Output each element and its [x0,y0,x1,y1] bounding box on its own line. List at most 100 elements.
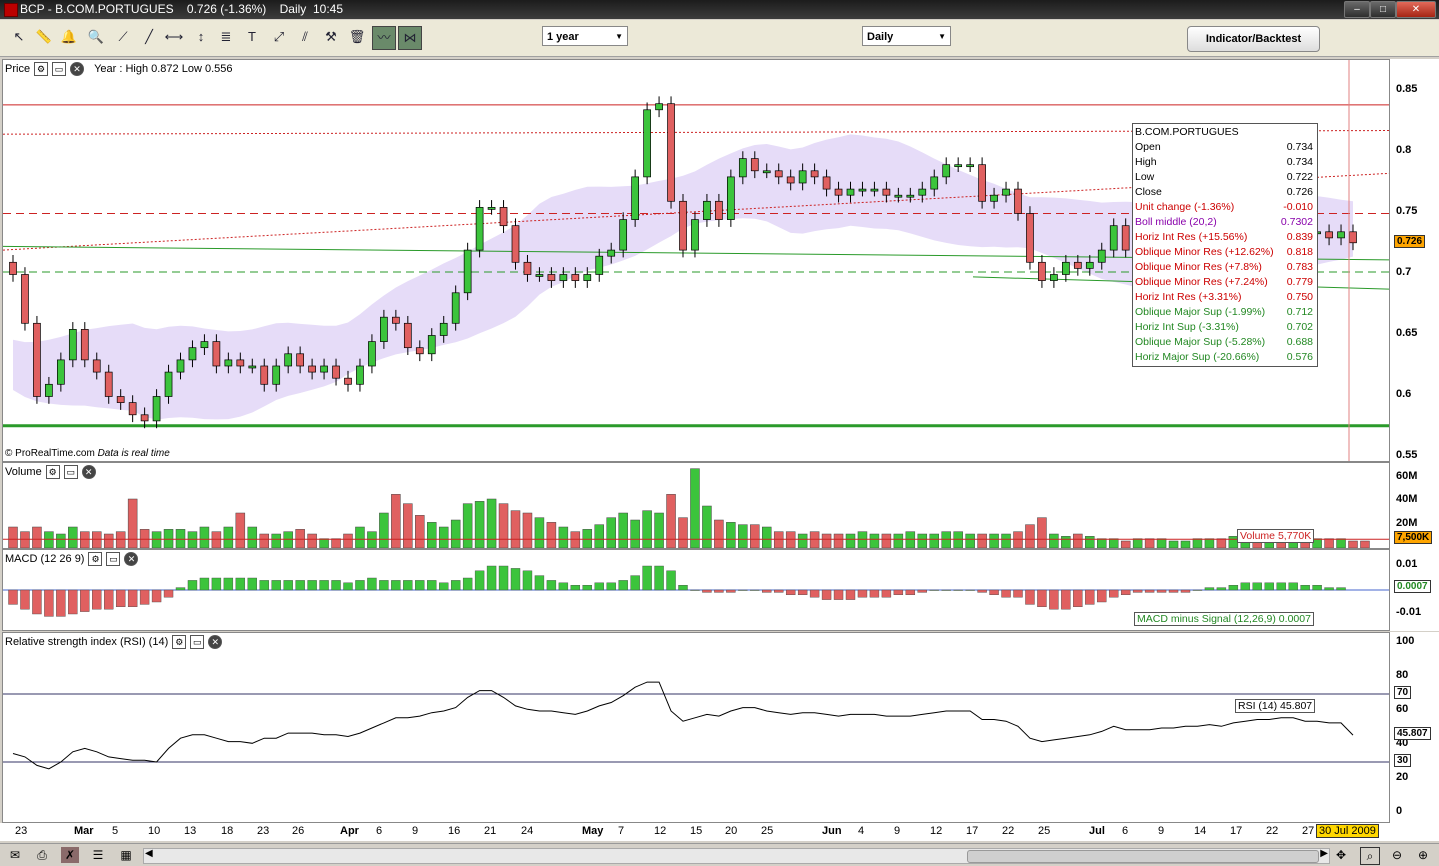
volume-bar [331,538,341,548]
date-label: 22 [1266,825,1279,837]
ruler-icon[interactable]: 📏 [33,26,55,48]
list-icon[interactable]: ☰ [89,847,107,863]
zoom-out-icon[interactable]: ⊖ [1388,847,1406,863]
wrench-icon[interactable]: ⚙ [34,62,49,76]
horizontal-line-icon[interactable]: ⟷ [163,26,185,48]
auto-trendlines-icon[interactable]: 〰 [372,26,396,50]
macd-bar [642,565,652,591]
print-icon[interactable]: ⎙ [33,847,51,863]
mail-icon[interactable]: ✉ [6,847,24,863]
macd-bar [558,582,569,591]
wrench-icon[interactable]: ⚙ [88,552,103,566]
macd-bar [678,585,688,591]
rsi-axis: 100 80 60 40 20 0 70 45.807 30 [1390,632,1439,823]
maximize-button[interactable]: □ [1370,1,1396,18]
chart-icon[interactable]: ▦ [117,847,135,863]
info-value: 0.734 [1286,156,1313,168]
volume-bar [1180,540,1191,548]
volume-bar [1324,538,1334,548]
text-tool-icon[interactable]: T [241,26,263,48]
macd-bar [235,577,246,591]
volume-bar [1001,533,1011,548]
vertical-line-icon[interactable]: ↕ [190,26,212,48]
macd-panel[interactable]: MACD (12 26 9) ⚙ ▭ ✕ MACD minus Signal (… [2,549,1390,631]
info-value: 0.750 [1286,291,1313,303]
rsi-panel[interactable]: Relative strength index (RSI) (14) ⚙ ▭ ✕… [2,632,1390,823]
volume-bar [211,531,222,548]
candle-body [200,341,209,349]
window-icon[interactable]: ▭ [190,635,205,649]
close-button[interactable]: ✕ [1396,1,1436,18]
window-title: BCP - B.COM.PORTUGUES 0.726 (-1.36%) Dai… [20,2,343,16]
close-icon[interactable]: ✕ [70,62,85,76]
scroll-left-icon[interactable]: ◀ [145,848,153,859]
period-select[interactable]: 1 year ▼ [542,26,628,46]
trendline-icon[interactable]: ╱ [138,26,160,48]
wrench-icon[interactable]: ⚙ [45,465,60,479]
window-icon[interactable]: ▭ [63,465,78,479]
fibonacci-icon[interactable]: ≣ [215,26,237,48]
volume-panel[interactable]: Volume ⚙ ▭ ✕ Volume 5,770K [2,462,1390,549]
move-icon[interactable]: ✥ [1332,847,1350,863]
alarm-bell-icon[interactable]: 🔔 [58,26,80,48]
candle-body [810,170,819,178]
macd-bar [20,589,30,610]
properties-icon[interactable]: ⚒ [320,26,342,48]
macd-bar [104,589,114,610]
macd-bar [774,589,784,593]
candle-body [1050,274,1058,281]
wrench-icon[interactable]: ⚙ [172,635,187,649]
macd-bar [415,580,425,591]
close-icon[interactable]: ✕ [208,635,223,649]
zoom-icon[interactable]: 🔍 [85,26,107,48]
chevron-down-icon: ▼ [615,32,623,41]
macd-bar [56,589,66,617]
window-icon[interactable]: ▭ [52,62,67,76]
macd-bar [295,580,305,591]
candle-body [308,365,316,373]
indicator-backtest-button[interactable]: Indicator/Backtest [1187,26,1320,52]
volume-bar [56,533,66,548]
price-panel-header: Price ⚙ ▭ ✕ Year : High 0.872 Low 0.556 [5,61,233,77]
info-label: Oblique Minor Res (+12.62%) [1135,246,1274,258]
info-value: -0.010 [1283,201,1313,213]
candle-body [68,329,77,361]
candle-body [571,274,580,281]
candle-body [559,274,568,281]
chart-scrollbar[interactable]: ◀ ▶ [143,848,1330,864]
minimize-button[interactable]: – [1344,1,1370,18]
macd-bar [462,577,473,591]
macd-bar [307,580,317,591]
pointer-icon[interactable]: ↖ [8,26,30,48]
volume-bar [92,531,102,548]
macd-bar [474,570,485,591]
close-icon[interactable]: ✕ [81,465,96,479]
candle-body [1062,261,1070,275]
date-label: 25 [761,825,774,837]
close-icon[interactable]: ✕ [124,552,139,566]
info-row: Unit change (-1.36%) -0.010 [1135,201,1315,216]
window-icon[interactable]: ▭ [106,552,121,566]
scroll-right-icon[interactable]: ▶ [1320,848,1328,859]
scroll-thumb[interactable] [967,850,1319,863]
volume-bar [1360,540,1370,548]
macd-bar [929,589,939,591]
info-row: Horiz Int Sup (-3.31%) 0.702 [1135,321,1315,336]
interval-select[interactable]: Daily ▼ [862,26,951,46]
macd-bar [92,589,102,610]
arrow-tool-icon[interactable]: ⤢ [268,26,290,48]
volume-axis: 60M 40M 20M 7,500K [1390,462,1439,549]
volume-bar [355,526,365,548]
watermark-text: © ProRealTime.com [5,448,95,459]
macd-bar [785,589,796,595]
info-row: Low 0.722 [1135,171,1315,186]
auto-supports-icon[interactable]: ⋈ [398,26,422,50]
volume-bar [175,529,186,548]
channel-tool-icon[interactable]: ⫽ [294,26,316,48]
zoom-in-icon[interactable]: ⊕ [1414,847,1432,863]
line-tool-icon[interactable]: ⟋ [112,26,134,48]
delete-icon[interactable]: 🗑 [346,26,368,48]
close-chart-icon[interactable]: ✗ [61,847,79,863]
zoom-select-icon[interactable]: ⌕ [1360,847,1380,865]
macd-bar [570,585,581,591]
